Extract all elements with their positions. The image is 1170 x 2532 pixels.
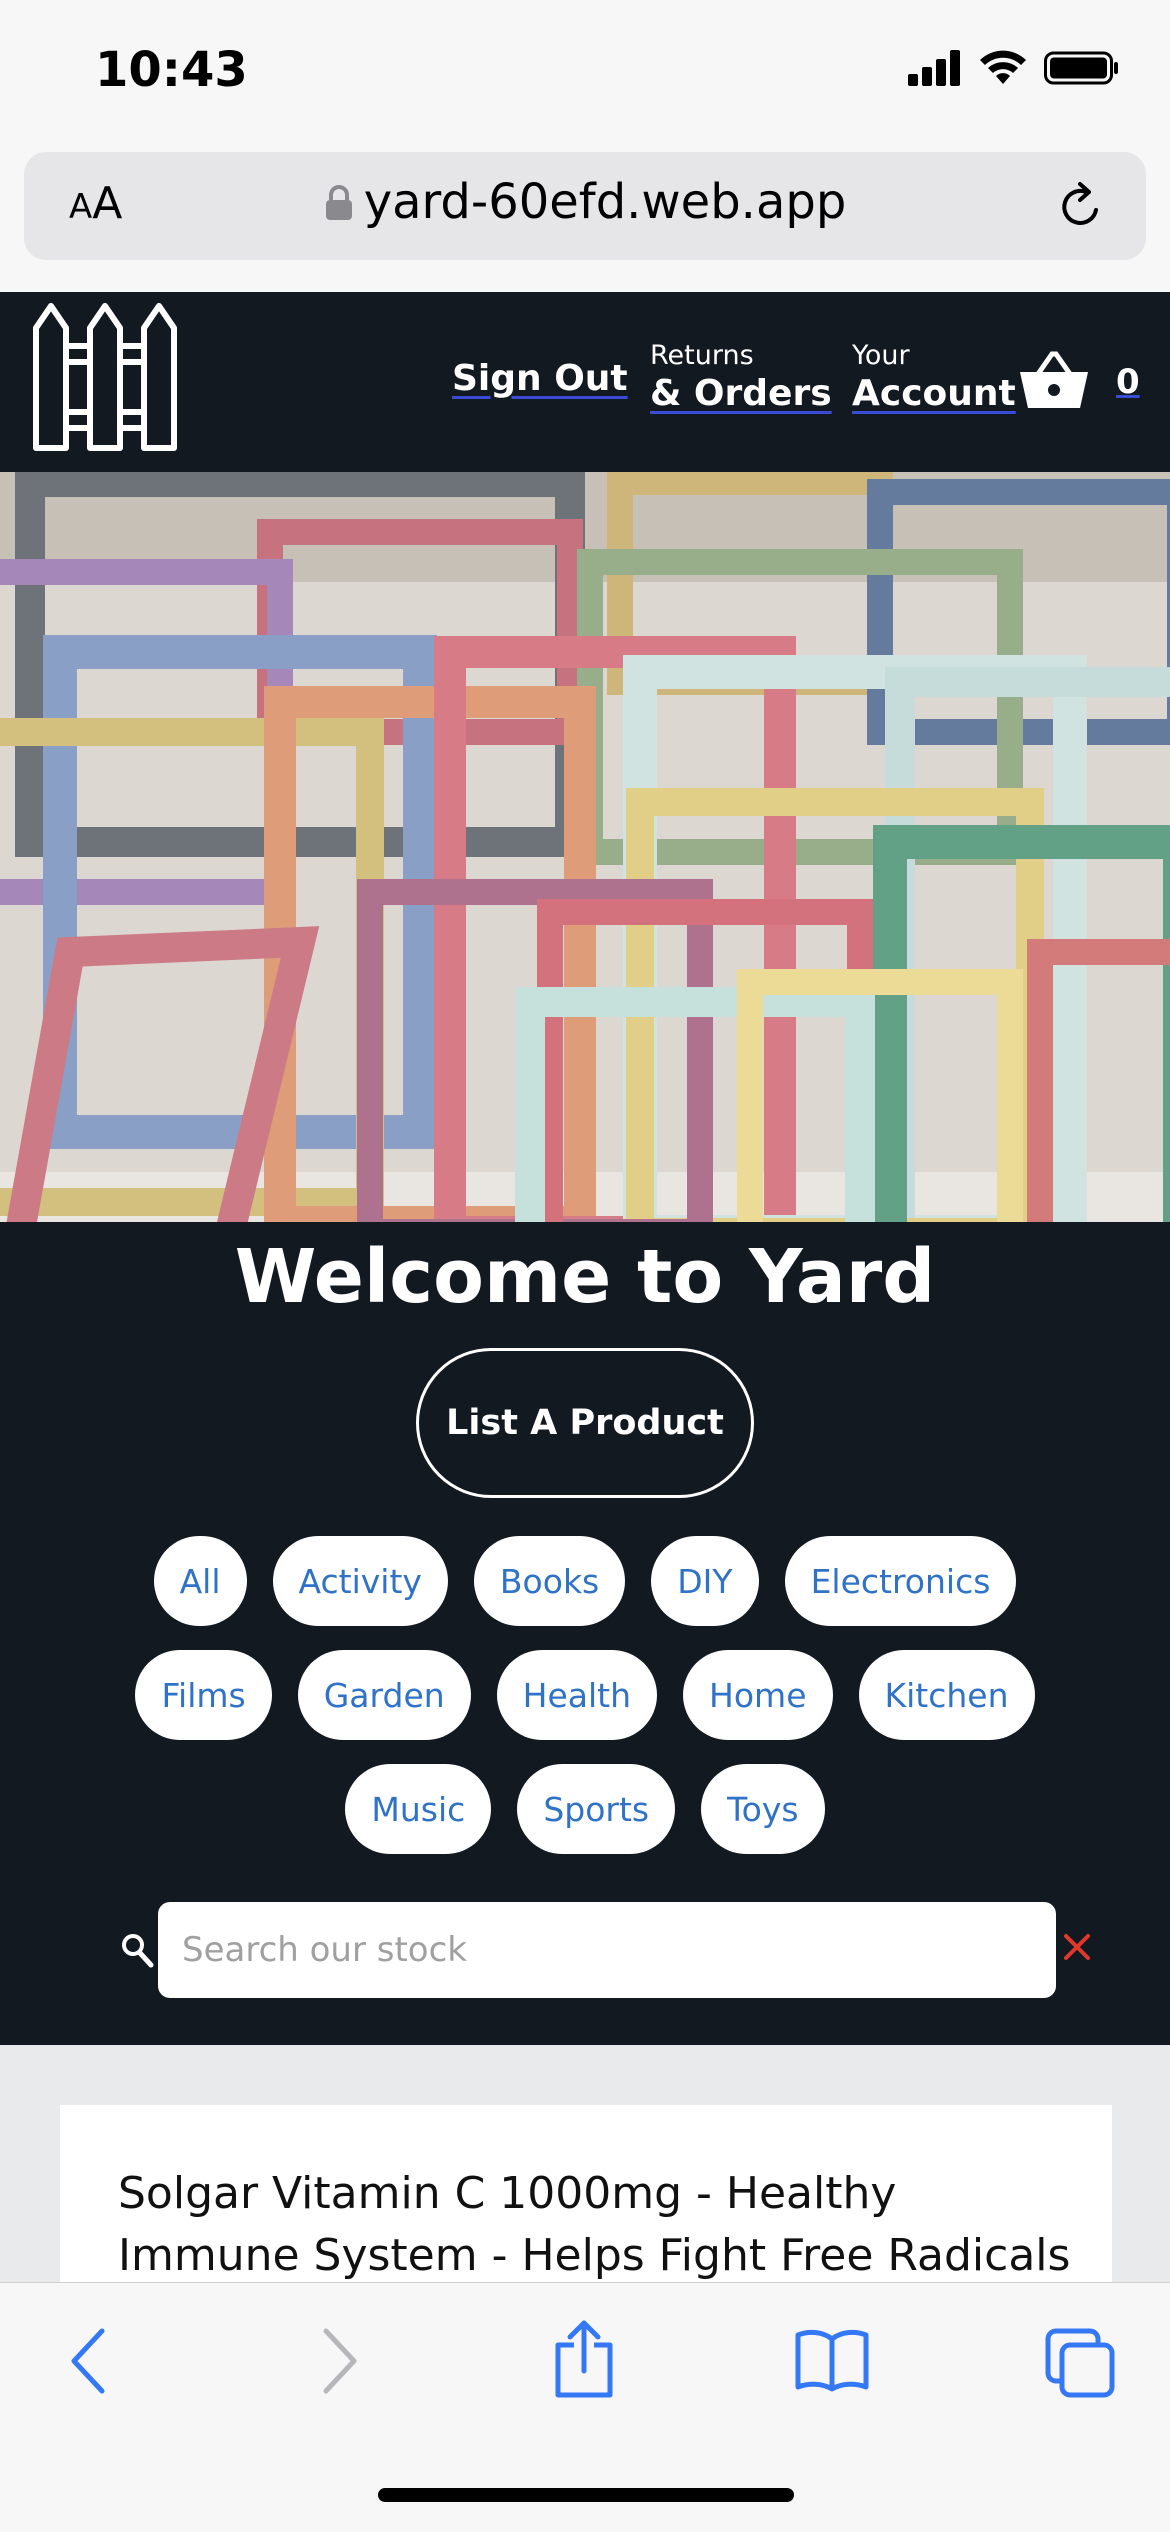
search-row [0,1902,1170,1998]
category-toys[interactable]: Toys [701,1764,825,1854]
status-time: 10:43 [95,42,248,98]
clear-search-icon[interactable] [1060,1930,1094,1964]
category-row-3: Music Sports Toys [0,1764,1170,1854]
product-title[interactable]: Solgar Vitamin C 1000mg - Healthy Immune… [118,2163,1078,2285]
returns-orders-link[interactable]: Returns & Orders [650,340,832,414]
welcome-section: Welcome to Yard List A Product All Activ… [0,1222,1170,2045]
product-card[interactable]: Solgar Vitamin C 1000mg - Healthy Immune… [60,2105,1112,2285]
category-row-1: All Activity Books DIY Electronics [0,1536,1170,1626]
list-product-button[interactable]: List A Product [416,1348,754,1498]
category-home[interactable]: Home [683,1650,833,1740]
returns-label: Returns [650,340,754,371]
status-icons [908,50,1120,86]
yard-fence-logo[interactable] [30,300,180,452]
reload-icon[interactable] [1056,180,1106,232]
home-indicator[interactable] [378,2488,794,2502]
tabs-icon[interactable] [1044,2327,1116,2399]
category-electronics[interactable]: Electronics [784,1536,1017,1626]
wifi-icon [980,50,1026,84]
account-link[interactable]: Your Account [852,340,1016,414]
forward-arrow-icon[interactable] [320,2327,360,2395]
account-label: Account [852,373,1016,414]
welcome-title: Welcome to Yard [234,1234,936,1320]
basket-count[interactable]: 0 [1116,362,1140,402]
category-activity[interactable]: Activity [272,1536,448,1626]
category-films[interactable]: Films [135,1650,272,1740]
share-icon[interactable] [552,2319,616,2399]
product-list: Solgar Vitamin C 1000mg - Healthy Immune… [0,2045,1170,2285]
category-diy[interactable]: DIY [651,1536,759,1626]
search-input[interactable] [158,1902,1056,1998]
category-health[interactable]: Health [496,1650,658,1740]
category-books[interactable]: Books [473,1536,626,1626]
status-bar: 10:43 [0,0,1170,145]
hero-image [0,472,1170,1222]
url-text: yard-60efd.web.app [363,174,847,230]
battery-icon [1044,51,1118,85]
category-kitchen[interactable]: Kitchen [858,1650,1035,1740]
cellular-signal-icon [908,50,960,86]
basket-icon[interactable] [1018,348,1090,412]
category-all[interactable]: All [153,1536,247,1626]
site-header: Sign Out Returns & Orders Your Account 0 [0,292,1170,472]
sign-out-link[interactable]: Sign Out [452,358,628,399]
url-display[interactable]: yard-60efd.web.app [24,174,1146,230]
address-bar[interactable]: AA yard-60efd.web.app [24,152,1146,260]
back-arrow-icon[interactable] [68,2327,108,2395]
your-label: Your [852,340,910,371]
category-music[interactable]: Music [345,1764,492,1854]
hero-frames-picture [0,472,1170,1222]
category-sports[interactable]: Sports [517,1764,676,1854]
lock-icon [325,185,352,220]
category-garden[interactable]: Garden [297,1650,471,1740]
orders-label: & Orders [650,373,832,414]
bookmarks-icon[interactable] [794,2327,870,2393]
search-icon [122,1934,154,1968]
category-row-2: Films Garden Health Home Kitchen [0,1650,1170,1740]
